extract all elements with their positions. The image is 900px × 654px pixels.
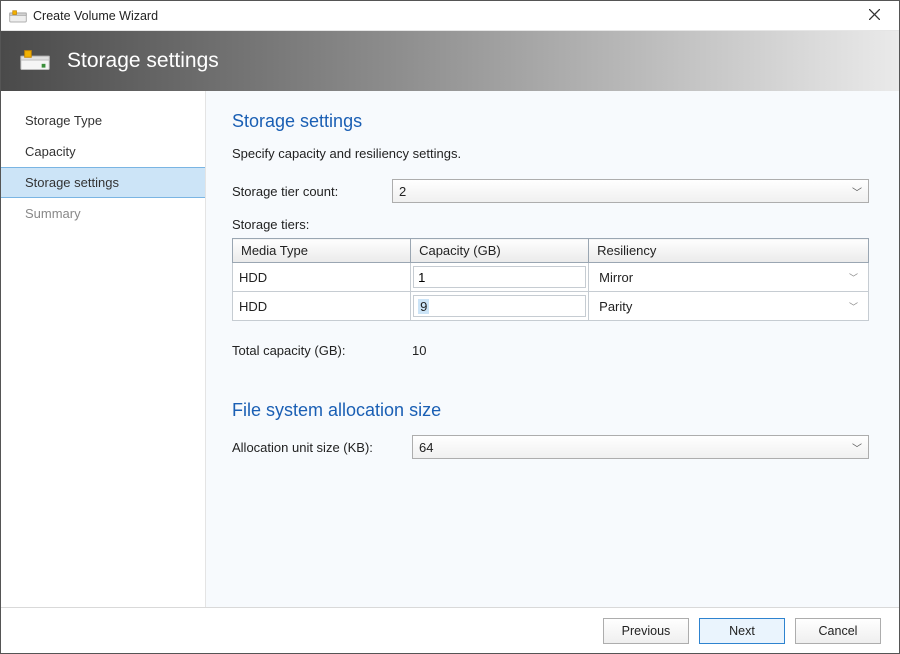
- input-capacity-row1-value: 9: [418, 299, 429, 314]
- chevron-down-icon: ﹀: [849, 271, 858, 284]
- col-capacity[interactable]: Capacity (GB): [411, 239, 589, 263]
- label-allocation-size: Allocation unit size (KB):: [232, 440, 412, 455]
- wizard-main: Storage settings Specify capacity and re…: [206, 91, 899, 607]
- input-capacity-row1[interactable]: 9: [413, 295, 586, 317]
- close-icon: [869, 7, 880, 24]
- wizard-sidebar: Storage Type Capacity Storage settings S…: [1, 91, 206, 607]
- dropdown-allocation-size-value: 64: [419, 440, 433, 455]
- titlebar: Create Volume Wizard: [1, 1, 899, 31]
- label-storage-tiers: Storage tiers:: [232, 217, 869, 232]
- sidebar-item-storage-type[interactable]: Storage Type: [1, 105, 205, 136]
- col-resiliency[interactable]: Resiliency: [589, 239, 869, 263]
- sidebar-item-storage-settings[interactable]: Storage settings: [1, 167, 205, 198]
- section-title-allocation: File system allocation size: [232, 400, 869, 421]
- cancel-button[interactable]: Cancel: [795, 618, 881, 644]
- dropdown-resiliency-value: Mirror: [599, 270, 633, 285]
- dropdown-tier-count-value: 2: [399, 184, 406, 199]
- label-tier-count: Storage tier count:: [232, 184, 392, 199]
- cell-media-type: HDD: [233, 292, 411, 321]
- wizard-header-title: Storage settings: [67, 49, 219, 73]
- dropdown-resiliency-row1[interactable]: Parity ﹀: [595, 295, 862, 317]
- section-title-storage-settings: Storage settings: [232, 111, 869, 132]
- storage-header-icon: [19, 48, 53, 74]
- row-tier-count: Storage tier count: 2 ﹀: [232, 179, 869, 203]
- window-title: Create Volume Wizard: [33, 9, 853, 23]
- cell-media-type: HDD: [233, 263, 411, 292]
- table-row: HDD Mirror ﹀: [233, 263, 869, 292]
- wizard-footer: Previous Next Cancel: [1, 607, 899, 653]
- wizard-app-icon: [9, 7, 27, 25]
- table-storage-tiers: Media Type Capacity (GB) Resiliency HDD: [232, 238, 869, 321]
- dropdown-resiliency-value: Parity: [599, 299, 632, 314]
- sidebar-item-capacity[interactable]: Capacity: [1, 136, 205, 167]
- next-button[interactable]: Next: [699, 618, 785, 644]
- input-capacity-row0[interactable]: [413, 266, 586, 288]
- table-row: HDD 9 Parity ﹀: [233, 292, 869, 321]
- close-button[interactable]: [853, 1, 895, 31]
- wizard-body: Storage Type Capacity Storage settings S…: [1, 91, 899, 607]
- chevron-down-icon: ﹀: [849, 300, 858, 313]
- dropdown-allocation-size[interactable]: 64 ﹀: [412, 435, 869, 459]
- row-total-capacity: Total capacity (GB): 10: [232, 343, 869, 358]
- chevron-down-icon: ﹀: [852, 184, 862, 199]
- sidebar-item-summary[interactable]: Summary: [1, 198, 205, 229]
- chevron-down-icon: ﹀: [852, 440, 862, 455]
- previous-button[interactable]: Previous: [603, 618, 689, 644]
- value-total-capacity: 10: [412, 343, 426, 358]
- col-media-type[interactable]: Media Type: [233, 239, 411, 263]
- label-total-capacity: Total capacity (GB):: [232, 343, 412, 358]
- wizard-header: Storage settings: [1, 31, 899, 91]
- dropdown-resiliency-row0[interactable]: Mirror ﹀: [595, 266, 862, 288]
- wizard-window: Create Volume Wizard Storage settings St…: [0, 0, 900, 654]
- section-description: Specify capacity and resiliency settings…: [232, 146, 869, 161]
- dropdown-tier-count[interactable]: 2 ﹀: [392, 179, 869, 203]
- row-allocation-size: Allocation unit size (KB): 64 ﹀: [232, 435, 869, 459]
